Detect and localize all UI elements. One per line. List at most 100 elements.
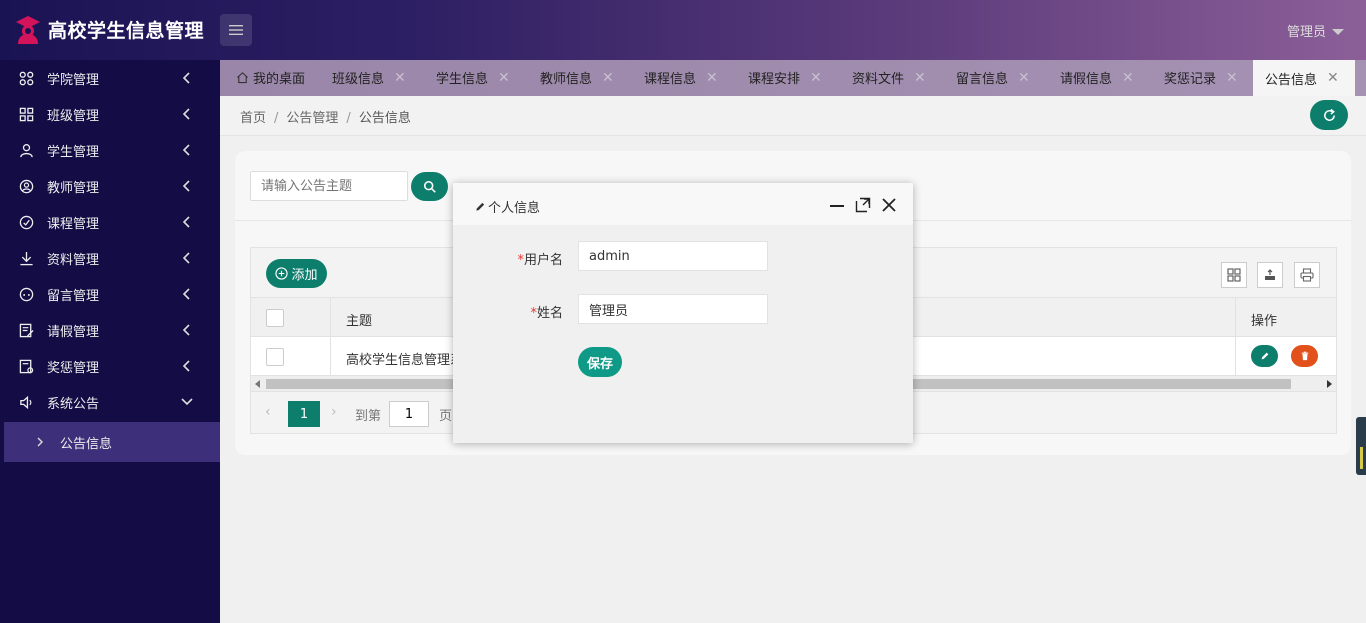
plus-circle-icon: [275, 267, 289, 280]
tab-bar: 我的桌面 班级信息 ✕ 学生信息 ✕ 教师信息 ✕ 课程信息 ✕ 课程安排 ✕ 资料文件 ✕…: [220, 60, 1366, 96]
chevron-left-icon: [182, 215, 192, 229]
form-row-username: *用户名: [453, 241, 913, 271]
tab-reward-record[interactable]: 奖惩记录 ✕: [1152, 60, 1252, 95]
sidebar-item-announcement[interactable]: 系统公告: [0, 384, 220, 420]
close-icon[interactable]: ✕: [498, 70, 510, 86]
trash-icon: [1301, 351, 1308, 361]
search-button[interactable]: [411, 172, 448, 201]
tab-desktop[interactable]: 我的桌面: [220, 60, 316, 95]
sidebar-item-college[interactable]: 学院管理: [0, 60, 220, 96]
tab-student-info[interactable]: 学生信息 ✕: [424, 60, 528, 95]
header-checkbox-cell: [251, 298, 331, 336]
row-subject: 高校学生信息管理系: [346, 353, 464, 368]
user-circle-icon: [18, 178, 34, 194]
side-widget-handle[interactable]: [1356, 417, 1366, 475]
export-icon: [1265, 269, 1275, 280]
goto-page-input[interactable]: [389, 401, 429, 427]
sidebar-item-student[interactable]: 学生管理: [0, 132, 220, 168]
minimize-button[interactable]: [829, 197, 845, 213]
close-icon[interactable]: ✕: [1018, 70, 1030, 86]
maximize-button[interactable]: [855, 197, 871, 213]
tab-material-file[interactable]: 资料文件 ✕: [840, 60, 944, 95]
columns-filter-button[interactable]: [1221, 262, 1247, 288]
graduation-cap-logo-icon: [14, 14, 42, 46]
dialog-title-text: 个人信息: [488, 201, 541, 216]
breadcrumb-home[interactable]: 首页: [240, 111, 266, 126]
tab-label: 资料文件: [852, 72, 905, 87]
breadcrumb-parent[interactable]: 公告管理: [286, 111, 338, 126]
search-input[interactable]: [250, 171, 408, 201]
tab-leave-info[interactable]: 请假信息 ✕: [1048, 60, 1152, 95]
speaker-icon: [18, 394, 34, 410]
row-action-cell: [1235, 337, 1336, 375]
form-icon: [18, 322, 34, 338]
scroll-left-icon[interactable]: [255, 380, 260, 388]
page-unit-label: 页: [439, 409, 453, 424]
user-name: 管理员: [1286, 25, 1326, 40]
refresh-button[interactable]: [1310, 100, 1348, 130]
tab-message-info[interactable]: 留言信息 ✕: [944, 60, 1048, 95]
delete-button[interactable]: [1291, 345, 1318, 367]
username-field[interactable]: [578, 241, 768, 271]
user-icon: [18, 142, 34, 158]
select-all-checkbox[interactable]: [266, 309, 284, 327]
sidebar-item-material[interactable]: 资料管理: [0, 240, 220, 276]
tab-label: 请假信息: [1060, 72, 1113, 87]
scroll-right-icon[interactable]: [1327, 380, 1332, 388]
close-icon[interactable]: ✕: [810, 70, 822, 86]
sidebar-subitem-announcement-info[interactable]: 公告信息: [4, 422, 220, 462]
close-icon[interactable]: ✕: [1226, 70, 1238, 86]
sidebar-item-label: 课程管理: [47, 216, 100, 232]
sidebar-item-leave[interactable]: 请假管理: [0, 312, 220, 348]
sidebar-item-label: 系统公告: [47, 396, 100, 412]
name-field[interactable]: [578, 294, 768, 324]
chat-icon: [18, 286, 34, 302]
current-page[interactable]: 1: [288, 401, 320, 427]
save-button[interactable]: 保存: [578, 347, 622, 377]
username-label: *用户名: [517, 253, 563, 268]
chevron-left-icon: [182, 287, 192, 301]
sidebar-item-class[interactable]: 班级管理: [0, 96, 220, 132]
column-header-action: 操作: [1251, 314, 1278, 329]
sidebar-item-teacher[interactable]: 教师管理: [0, 168, 220, 204]
close-dialog-button[interactable]: [881, 197, 897, 213]
close-icon[interactable]: ✕: [914, 70, 926, 86]
row-checkbox[interactable]: [266, 348, 284, 366]
close-icon[interactable]: ✕: [394, 70, 406, 86]
chevron-left-icon: [182, 143, 192, 157]
sidebar-item-reward[interactable]: 奖惩管理: [0, 348, 220, 384]
print-button[interactable]: [1294, 262, 1320, 288]
sidebar: 学院管理 班级管理 学生管理 教师管理 课程管理 资料管理 留言管理 请假管理: [0, 60, 220, 623]
close-icon[interactable]: ✕: [1122, 70, 1134, 86]
columns-icon: [1227, 268, 1241, 282]
export-button[interactable]: [1257, 262, 1283, 288]
close-icon: [882, 198, 896, 212]
widget-bar: [1360, 447, 1363, 469]
pencil-icon: [476, 202, 485, 211]
menu-toggle-button[interactable]: [220, 14, 252, 46]
tab-label: 留言信息: [956, 72, 1009, 87]
close-icon[interactable]: ✕: [602, 70, 614, 86]
next-page-icon[interactable]: ›: [331, 404, 337, 420]
prev-page-icon[interactable]: ‹: [265, 404, 271, 420]
user-menu[interactable]: 管理员: [1287, 21, 1344, 40]
column-header-subject[interactable]: 主题: [346, 310, 372, 329]
sidebar-item-message[interactable]: 留言管理: [0, 276, 220, 312]
dialog-header: 个人信息: [453, 183, 913, 226]
home-icon: [237, 72, 248, 84]
close-icon[interactable]: ✕: [706, 70, 718, 86]
search-icon: [423, 180, 436, 193]
tab-class-info[interactable]: 班级信息 ✕: [320, 60, 424, 95]
tab-announcement-info[interactable]: 公告信息 ✕: [1253, 60, 1355, 96]
chevron-left-icon: [182, 107, 192, 121]
tab-course-schedule[interactable]: 课程安排 ✕: [736, 60, 840, 95]
close-icon[interactable]: ✕: [1327, 70, 1339, 86]
column-header-action-cell: 操作: [1235, 298, 1336, 336]
edit-button[interactable]: [1251, 345, 1278, 367]
sidebar-item-course[interactable]: 课程管理: [0, 204, 220, 240]
hamburger-icon: [229, 25, 243, 35]
tab-teacher-info[interactable]: 教师信息 ✕: [528, 60, 632, 95]
tab-label: 学生信息: [436, 72, 489, 87]
tab-course-info[interactable]: 课程信息 ✕: [632, 60, 736, 95]
add-button[interactable]: 添加: [266, 259, 327, 288]
